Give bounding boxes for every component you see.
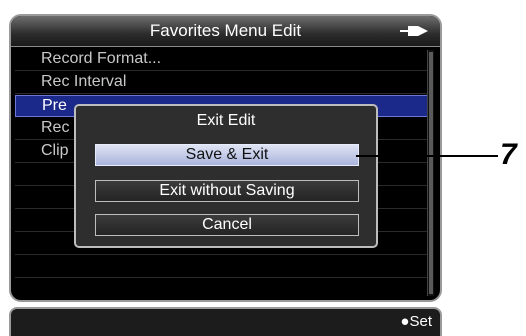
menu-item-label: Record Format... — [41, 50, 162, 67]
menu-item-label: Rec — [41, 119, 70, 136]
exit-edit-dialog: Exit Edit Save & Exit Exit without Savin… — [74, 104, 378, 248]
menu-item-record-format[interactable]: Record Format... — [15, 49, 429, 71]
scrollbar-thumb[interactable] — [429, 52, 433, 294]
menu-item-empty — [15, 256, 429, 278]
cancel-button[interactable]: Cancel — [95, 214, 359, 236]
callout-line — [356, 155, 498, 157]
bottom-bar: ●Set — [9, 307, 442, 336]
menu-item-label: Rec Interval — [41, 73, 127, 90]
menu-item-label: Clip — [41, 142, 69, 159]
exit-without-saving-button[interactable]: Exit without Saving — [95, 180, 359, 202]
set-label: ●Set — [400, 313, 432, 330]
menu-item-rec-interval[interactable]: Rec Interval — [15, 72, 429, 94]
title-bar: Favorites Menu Edit — [11, 16, 440, 47]
battery-plug-icon — [400, 26, 428, 36]
scrollbar[interactable] — [427, 50, 434, 296]
callout-number: 7 — [500, 138, 517, 171]
screen-title: Favorites Menu Edit — [149, 21, 302, 40]
menu-item-empty — [15, 279, 429, 300]
menu-item-label: Pre — [42, 97, 67, 114]
save-and-exit-button[interactable]: Save & Exit — [95, 144, 359, 166]
dialog-title: Exit Edit — [196, 112, 256, 129]
